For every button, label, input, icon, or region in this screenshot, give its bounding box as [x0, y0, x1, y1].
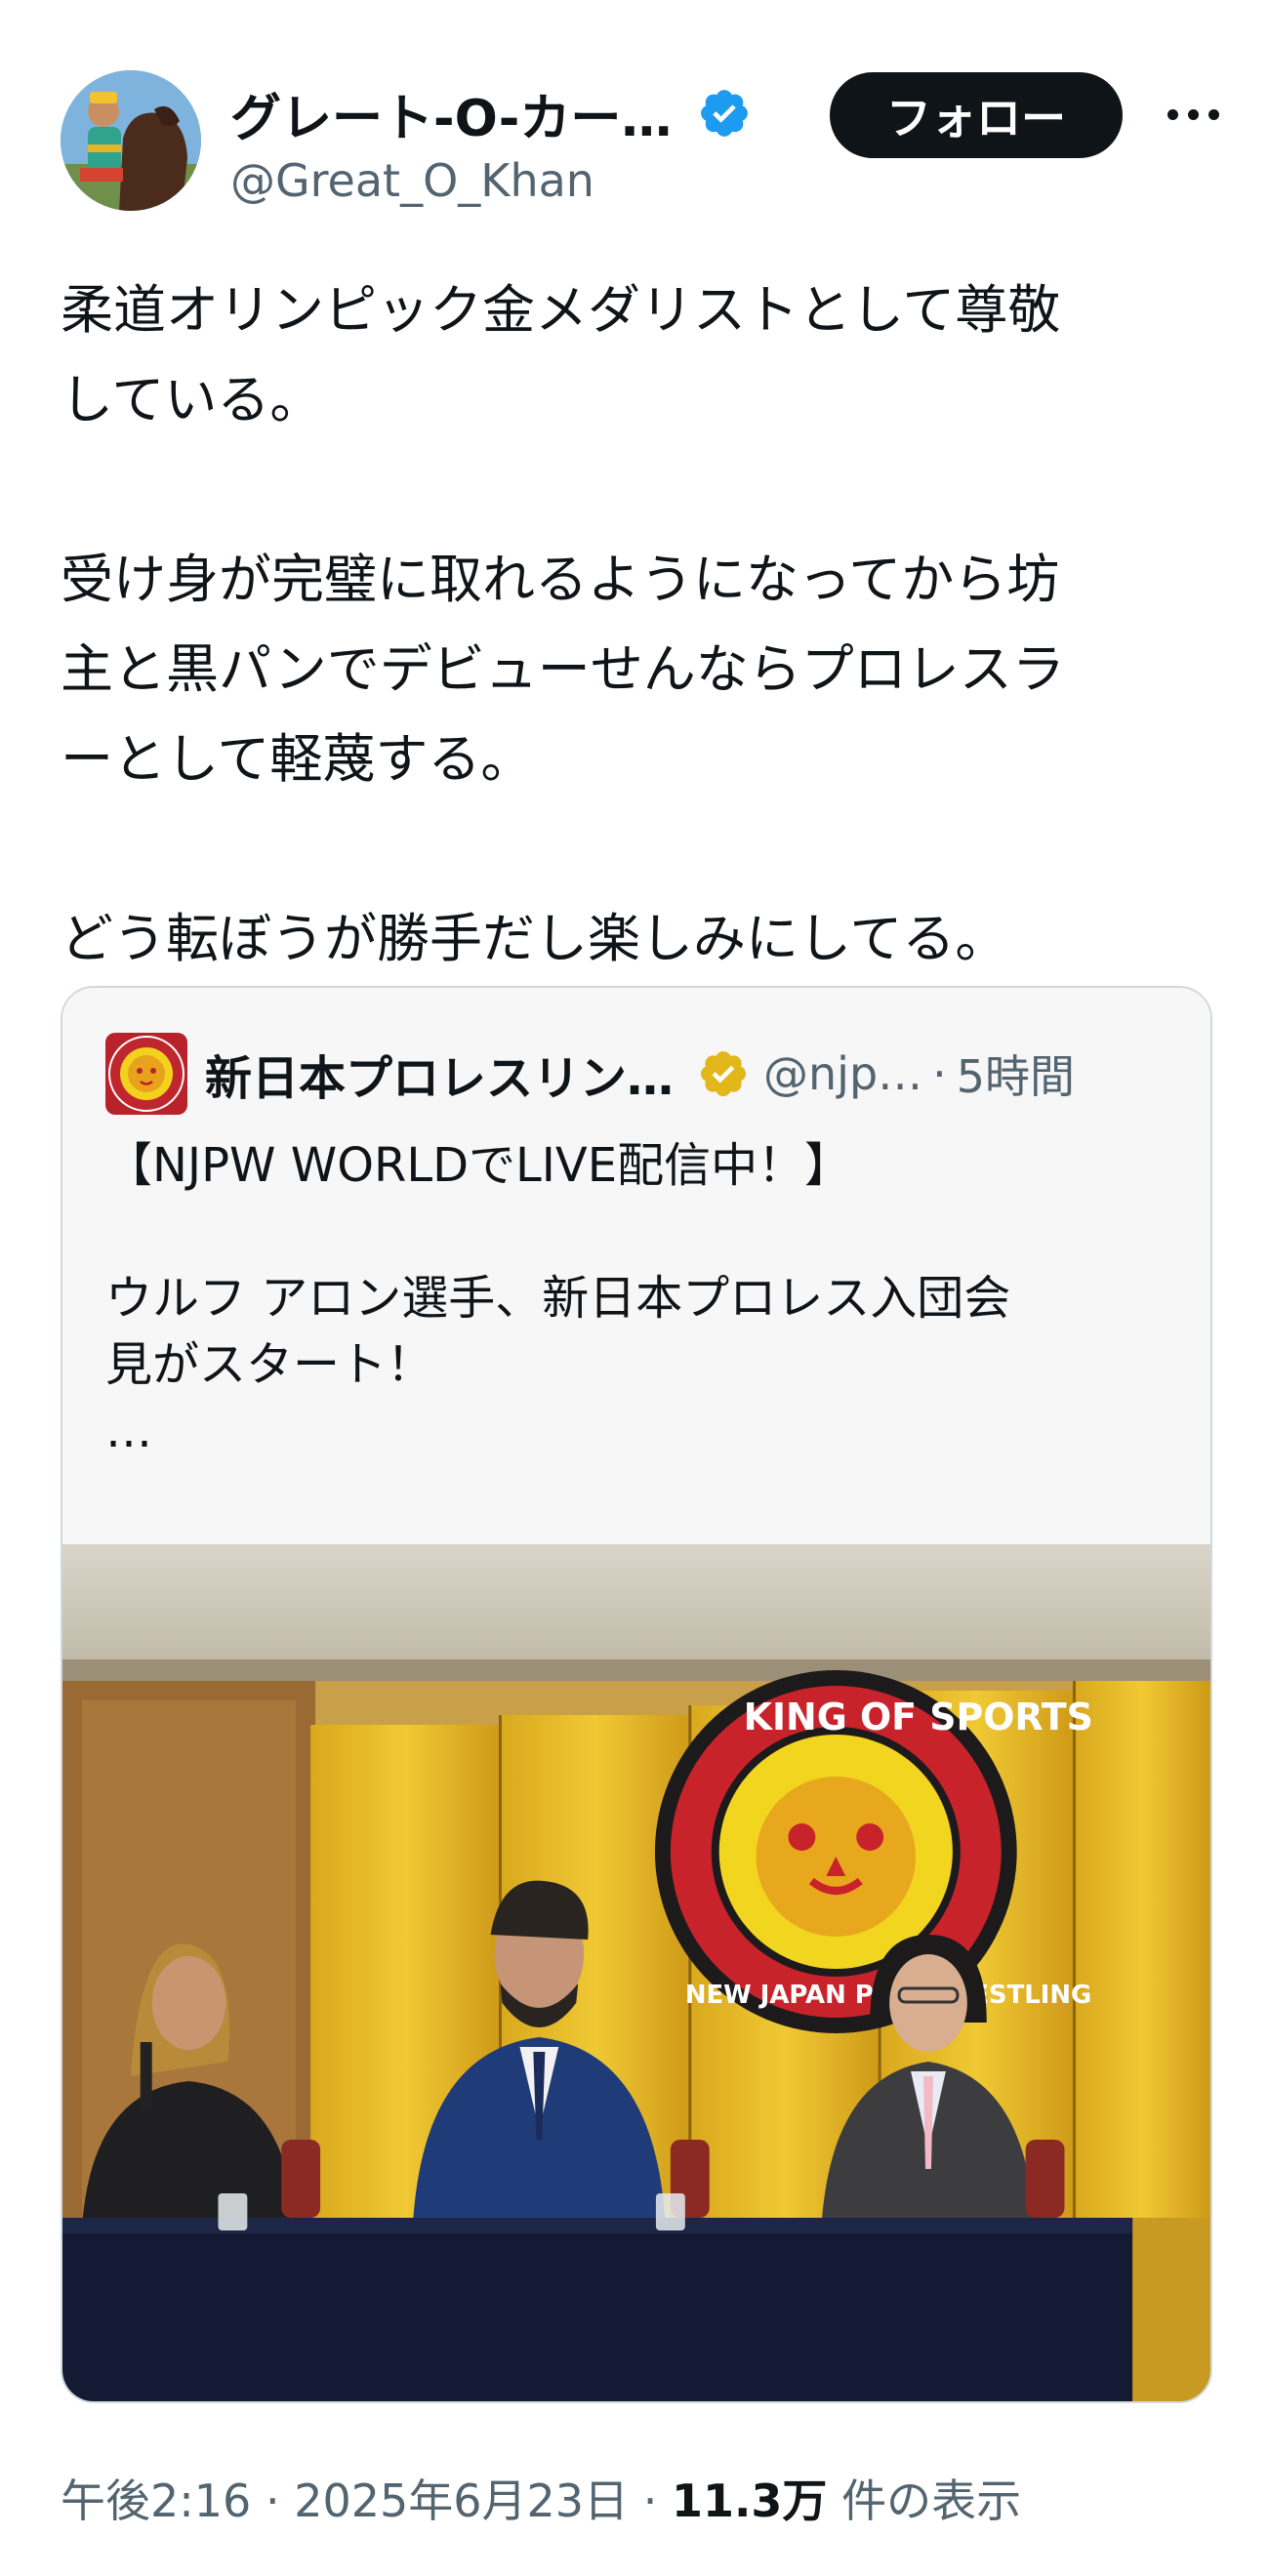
- press-conference-photo[interactable]: KING OF SPORTS NEW JAPAN PRO-WRESTLING: [62, 1544, 1210, 2403]
- author-handle[interactable]: @Great_O_Khan: [230, 154, 594, 207]
- view-count[interactable]: 11.3万: [672, 2474, 828, 2527]
- verified-badge-icon: [701, 90, 749, 137]
- meta-separator: ·: [642, 2474, 658, 2527]
- quoted-timestamp[interactable]: 5時間: [957, 1042, 1075, 1106]
- quoted-line: ウルフ アロン選手、新日本プロレス入団会: [105, 1271, 1011, 1326]
- quoted-line: …: [105, 1404, 152, 1458]
- more-icon[interactable]: [1154, 80, 1232, 148]
- tweet-text: 柔道オリンピック金メダリストとして尊敬 している。 受け身が完璧に取れるようにな…: [61, 266, 1222, 984]
- gold-verified-badge-icon: [700, 1050, 747, 1097]
- quoted-line: 見がスタート！: [105, 1337, 434, 1392]
- quoted-text: 【NJPW WORLDでLIVE配信中！】 ウルフ アロン選手、新日本プロレス入…: [105, 1132, 1179, 1464]
- quoted-separator: ·: [932, 1047, 947, 1100]
- quoted-tweet-card[interactable]: 新日本プロレスリン… @njp… · 5時間 【NJPW WORLDでLIVE配…: [61, 986, 1212, 2403]
- follow-button[interactable]: フォロー: [830, 72, 1123, 158]
- tweet-date[interactable]: 2025年6月23日: [294, 2474, 629, 2527]
- tweet-line: 受け身が完璧に取れるようになってから坊: [61, 549, 1060, 610]
- tweet-line: どう転ぼうが勝手だし楽しみにしてる。: [61, 908, 1008, 969]
- tweet-line: 柔道オリンピック金メダリストとして尊敬: [61, 279, 1061, 341]
- logo-text-top: KING OF SPORTS: [744, 1696, 1093, 1738]
- tweet-time[interactable]: 午後2:16: [61, 2474, 251, 2527]
- tweet-line: している。: [61, 369, 323, 430]
- view-count-suffix: 件の表示: [841, 2474, 1022, 2527]
- quoted-handle[interactable]: @njp…: [763, 1047, 922, 1100]
- quoted-author-avatar[interactable]: [105, 1033, 187, 1115]
- meta-separator: ·: [265, 2474, 280, 2527]
- quoted-line: 【NJPW WORLDでLIVE配信中！】: [105, 1138, 852, 1193]
- author-avatar[interactable]: [61, 70, 201, 211]
- quoted-display-name[interactable]: 新日本プロレスリン…: [205, 1040, 674, 1108]
- tweet-header: グレート-O-カー… @Great_O_Khan フォロー: [61, 70, 1232, 217]
- tweet-line: ーとして軽蔑する。: [61, 728, 534, 790]
- quoted-tweet-header: 新日本プロレスリン… @njp… · 5時間: [105, 1033, 1075, 1115]
- tweet-line: 主と黒パンでデビューせんならプロレスラ: [61, 638, 1065, 700]
- author-name-row: グレート-O-カー…: [230, 76, 752, 150]
- quoted-tweet-body: 新日本プロレスリン… @njp… · 5時間 【NJPW WORLDでLIVE配…: [62, 988, 1210, 1544]
- author-display-name[interactable]: グレート-O-カー…: [230, 77, 672, 150]
- tweet-meta: 午後2:16 · 2025年6月23日 · 11.3万 件の表示: [61, 2466, 1021, 2530]
